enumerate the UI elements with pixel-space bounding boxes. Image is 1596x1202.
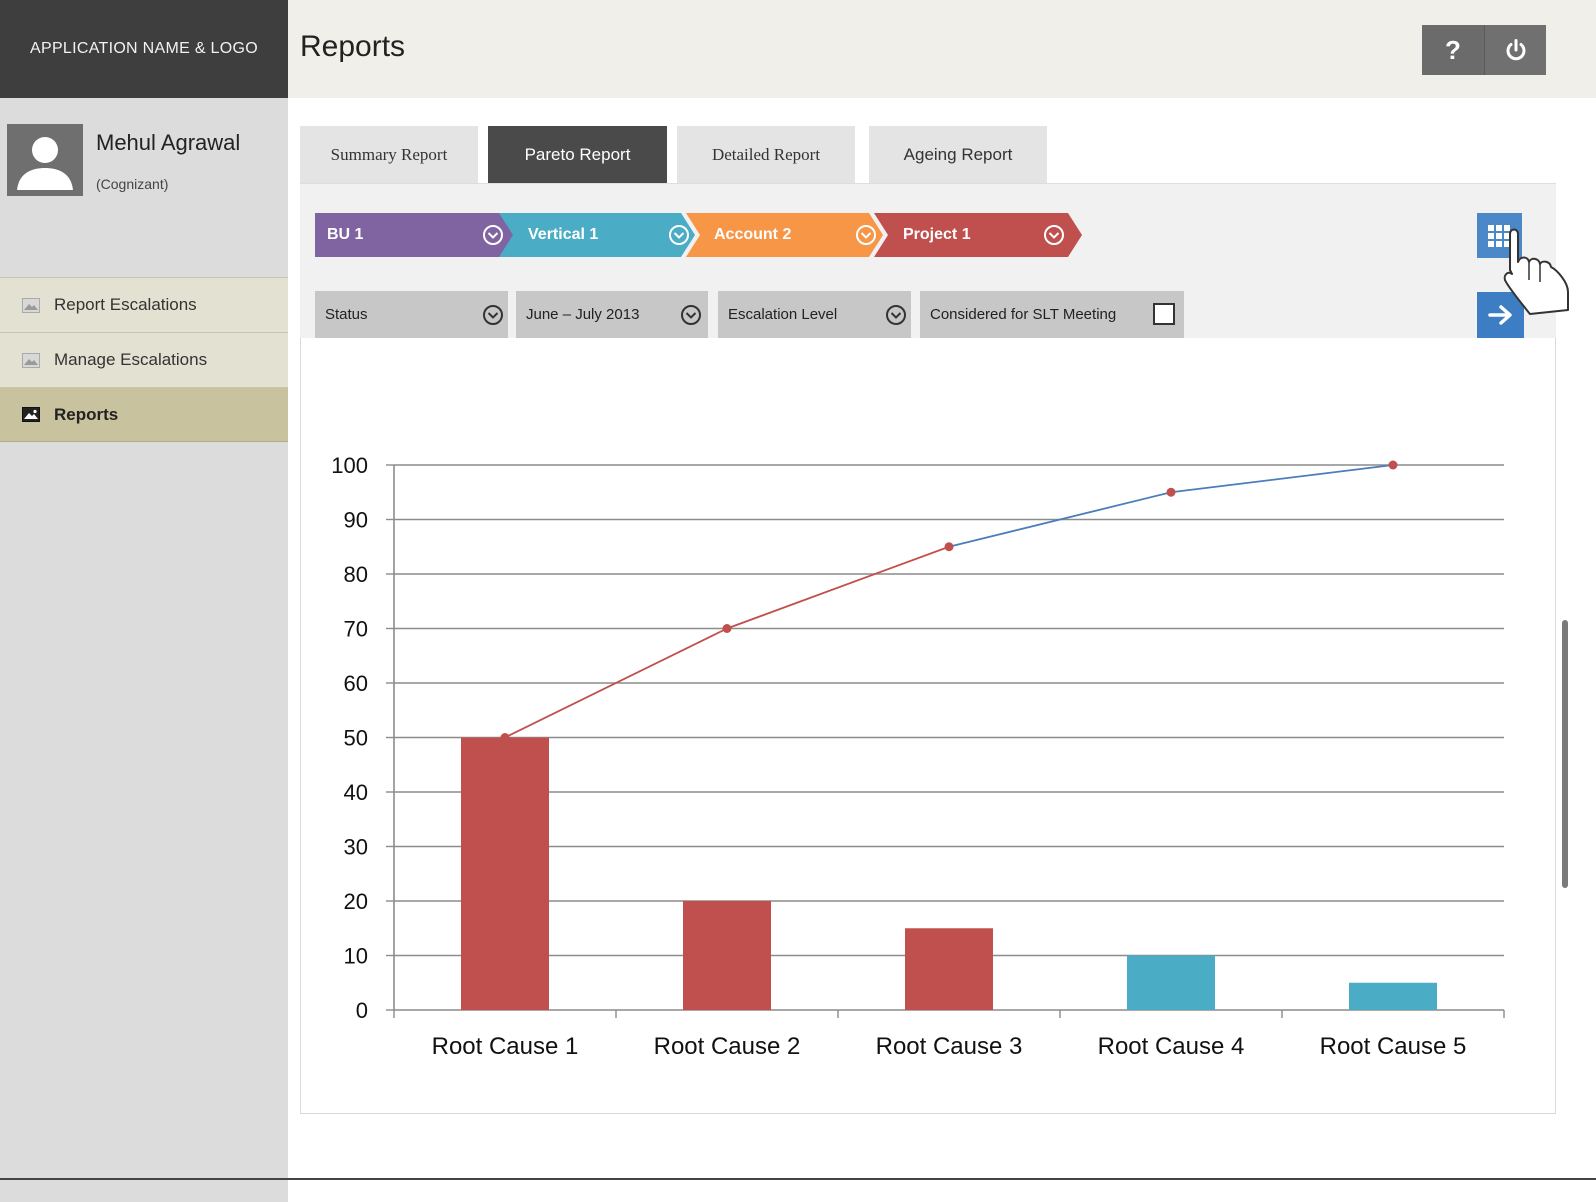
escalation-level-dropdown[interactable]: Escalation Level [718, 291, 911, 338]
cumulative-point-5 [1388, 460, 1398, 470]
x-tick-label: Root Cause 3 [876, 1033, 1023, 1060]
x-tick-label: Root Cause 2 [654, 1033, 801, 1060]
cumulative-point-3 [944, 542, 954, 552]
y-tick-label: 60 [344, 671, 368, 696]
x-tick-label: Root Cause 4 [1098, 1033, 1245, 1060]
help-button[interactable]: ? [1422, 25, 1484, 75]
period-dropdown[interactable]: June – July 2013 [516, 291, 708, 338]
pareto-chart: 0 10 20 30 40 50 60 70 80 90 100 Root Cause 1 Root C… [331, 453, 1505, 1060]
breadcrumb-label: BU 1 [327, 226, 364, 243]
breadcrumb-label: Project 1 [903, 226, 971, 243]
chevron-down-icon [681, 305, 701, 325]
sidebar-item-label: Reports [54, 404, 119, 424]
app-root: APPLICATION NAME & LOGO Mehul Agrawal (C… [0, 0, 1596, 1202]
bar-3 [905, 928, 993, 1010]
user-silhouette-icon [7, 124, 83, 196]
sidebar-item-manage-escalations[interactable]: Manage Escalations [0, 332, 288, 387]
scrollbar[interactable] [1562, 620, 1568, 888]
filter-panel: BU 1 Vertical 1 Account 2 Project 1 Stat… [300, 183, 1556, 338]
chevron-down-icon [483, 305, 503, 325]
y-tick-label: 0 [356, 998, 368, 1023]
status-dropdown[interactable]: Status [315, 291, 508, 338]
user-name: Mehul Agrawal [96, 130, 241, 155]
avatar[interactable] [7, 124, 83, 196]
main-content: Summary Report Pareto Report Detailed Re… [300, 126, 1556, 1114]
image-icon [22, 297, 40, 313]
cumulative-line-segment [1170, 464, 1394, 494]
y-tick-label: 40 [344, 780, 368, 805]
power-icon [1506, 39, 1525, 61]
slt-meeting-checkbox[interactable] [1153, 303, 1175, 325]
x-tick-label: Root Cause 5 [1320, 1033, 1467, 1060]
tab-pareto-report[interactable]: Pareto Report [488, 126, 667, 183]
y-tick-label: 20 [344, 889, 368, 914]
cumulative-point-4 [1166, 487, 1176, 497]
bar-2 [683, 901, 771, 1010]
slt-meeting-label: Considered for SLT Meeting [930, 306, 1117, 323]
chevron-down-icon [1044, 225, 1064, 245]
cumulative-point-1 [500, 733, 510, 742]
period-dropdown-label: June – July 2013 [526, 306, 640, 323]
y-tick-label: 10 [344, 944, 368, 969]
y-tick-label: 90 [344, 508, 368, 533]
y-tick-label: 30 [344, 835, 368, 860]
slt-meeting-filter: Considered for SLT Meeting [920, 291, 1184, 338]
bar-5 [1349, 982, 1437, 1010]
page-header: Reports ? [288, 0, 1596, 98]
tab-detailed-report[interactable]: Detailed Report [677, 126, 855, 183]
y-tick-label: 80 [344, 562, 368, 587]
tab-ageing-report[interactable]: Ageing Report [869, 126, 1047, 183]
escalation-level-dropdown-label: Escalation Level [728, 306, 838, 323]
sidebar-item-report-escalations[interactable]: Report Escalations [0, 277, 288, 332]
image-icon [22, 407, 40, 422]
cumulative-point-2 [722, 624, 732, 633]
page-title: Reports [300, 30, 406, 63]
y-tick-label: 70 [344, 617, 368, 642]
breadcrumb-account-selector[interactable]: Account 2 [686, 213, 883, 257]
hand-cursor-icon [1503, 228, 1569, 315]
breadcrumb-bu-selector[interactable]: BU 1 [315, 213, 515, 257]
app-logo[interactable]: APPLICATION NAME & LOGO [0, 0, 288, 98]
tab-summary-report[interactable]: Summary Report [300, 126, 478, 183]
breadcrumb-label: Vertical 1 [528, 226, 599, 243]
breadcrumb-vertical-selector[interactable]: Vertical 1 [499, 213, 695, 257]
sidebar: APPLICATION NAME & LOGO Mehul Agrawal (C… [0, 0, 288, 1202]
breadcrumb-label: Account 2 [714, 226, 792, 243]
y-tick-label: 50 [344, 726, 368, 751]
y-tick-label: 100 [331, 453, 368, 478]
pareto-chart-panel: 0 10 20 30 40 50 60 70 80 90 100 Root Cause 1 Root C… [300, 338, 1556, 1114]
sidebar-nav: Report Escalations Manage Escalations Re… [0, 277, 288, 442]
user-profile: Mehul Agrawal (Cognizant) [0, 98, 288, 248]
status-dropdown-label: Status [325, 306, 368, 323]
image-icon [22, 352, 40, 368]
user-organization: (Cognizant) [96, 176, 169, 192]
bottom-divider [0, 1178, 1596, 1180]
x-tick-label: Root Cause 1 [432, 1033, 579, 1060]
bar-1 [461, 737, 549, 1010]
sidebar-item-label: Report Escalations [54, 295, 197, 314]
logout-button[interactable] [1484, 25, 1546, 75]
sidebar-item-label: Manage Escalations [54, 350, 208, 369]
sidebar-item-reports[interactable]: Reports [0, 387, 288, 442]
cumulative-line-segment [726, 545, 950, 630]
chevron-down-icon [886, 305, 906, 325]
breadcrumb-project-selector[interactable]: Project 1 [874, 213, 1082, 257]
bar-4 [1127, 955, 1215, 1010]
